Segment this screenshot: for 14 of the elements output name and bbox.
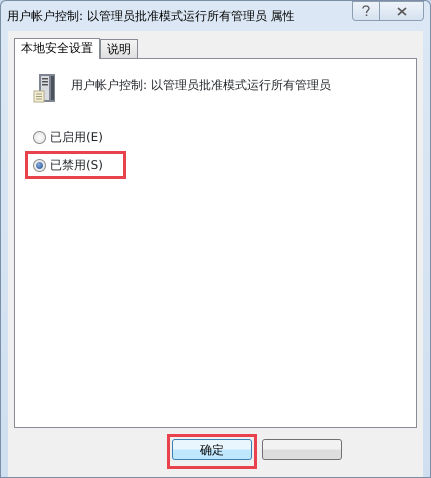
close-icon	[396, 6, 406, 16]
tab[interactable]: 说明	[100, 39, 138, 58]
radio-label[interactable]: 已禁用(S)	[50, 156, 103, 174]
radio-button[interactable]	[33, 130, 46, 144]
close-button[interactable]	[380, 1, 424, 21]
policy-name: 用户帐户控制: 以管理员批准模式运行所有管理员	[71, 77, 331, 94]
help-button[interactable]	[352, 1, 380, 21]
dialog-button[interactable]	[262, 439, 342, 460]
ok-button[interactable]: 确定	[172, 439, 252, 460]
help-icon	[362, 5, 370, 17]
tab[interactable]: 本地安全设置	[14, 38, 100, 59]
radio-label[interactable]: 已启用(E)	[50, 128, 103, 146]
radio-button[interactable]	[33, 158, 46, 172]
window-title: 用户帐户控制: 以管理员批准模式运行所有管理员 属性	[6, 8, 296, 25]
